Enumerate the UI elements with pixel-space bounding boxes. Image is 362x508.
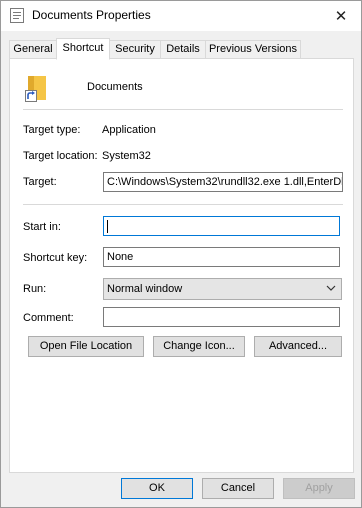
title-bar[interactable]: Documents Properties ✕: [1, 1, 361, 31]
document-icon: [10, 8, 24, 23]
ok-button[interactable]: OK: [121, 478, 193, 499]
tab-previous-versions[interactable]: Previous Versions: [205, 40, 301, 58]
comment-field[interactable]: [103, 307, 340, 327]
shortcut-panel: Documents Target type: Application Targe…: [9, 58, 354, 473]
change-icon-button[interactable]: Change Icon...: [153, 336, 245, 357]
folder-shortcut-icon: [25, 76, 46, 102]
apply-button[interactable]: Apply: [283, 478, 355, 499]
run-selected-value: Normal window: [107, 283, 183, 295]
cancel-button[interactable]: Cancel: [202, 478, 274, 499]
comment-label: Comment:: [23, 312, 74, 324]
close-icon: ✕: [334, 8, 348, 25]
target-type-value: Application: [102, 124, 156, 136]
advanced-button[interactable]: Advanced...: [254, 336, 342, 357]
start-in-field[interactable]: [103, 216, 340, 236]
divider: [23, 109, 343, 110]
shortcut-name: Documents: [87, 81, 143, 93]
open-file-location-button[interactable]: Open File Location: [28, 336, 144, 357]
text-caret: [107, 219, 108, 233]
tab-security[interactable]: Security: [109, 40, 161, 58]
divider: [23, 204, 343, 205]
shortcut-key-label: Shortcut key:: [23, 252, 88, 264]
target-label: Target:: [23, 176, 57, 188]
target-type-label: Target type:: [23, 124, 81, 136]
shortcut-key-field[interactable]: None: [103, 247, 340, 267]
chevron-down-icon: [326, 285, 336, 291]
target-location-label: Target location:: [23, 150, 98, 162]
target-location-value: System32: [102, 150, 151, 162]
tab-shortcut[interactable]: Shortcut: [56, 38, 110, 60]
properties-window: Documents Properties ✕ General Shortcut …: [0, 0, 362, 508]
target-field[interactable]: C:\Windows\System32\rundll32.exe 1.dll,E…: [103, 172, 343, 192]
run-select[interactable]: Normal window: [103, 278, 342, 300]
window-title: Documents Properties: [32, 8, 151, 22]
start-in-label: Start in:: [23, 221, 61, 233]
run-label: Run:: [23, 283, 47, 295]
tab-details[interactable]: Details: [160, 40, 206, 58]
close-button[interactable]: ✕: [321, 1, 361, 31]
tab-general[interactable]: General: [9, 40, 57, 58]
